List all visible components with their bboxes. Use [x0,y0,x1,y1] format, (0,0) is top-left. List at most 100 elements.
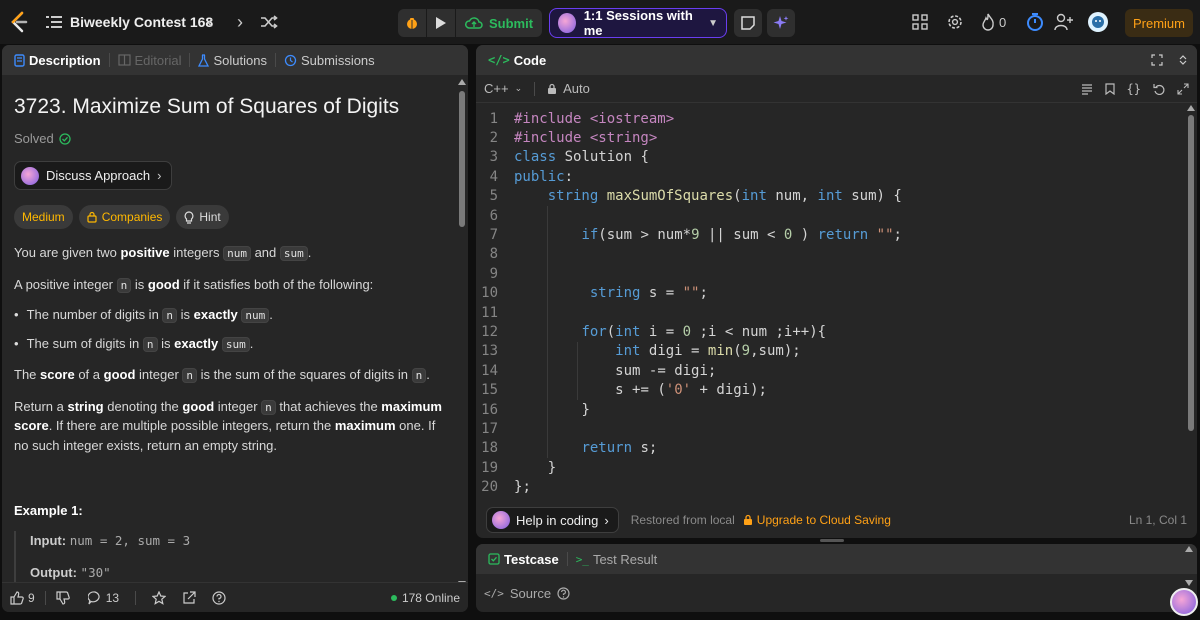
tab-editorial[interactable]: Editorial [114,53,186,68]
premium-button[interactable]: Premium [1125,9,1193,37]
scrollbar-thumb[interactable] [458,91,465,227]
maximize-icon[interactable] [1151,54,1163,66]
flame-icon[interactable] [980,13,996,31]
help-icon[interactable] [557,586,570,600]
scrollbar[interactable] [457,77,466,587]
code-line[interactable]: 11 [476,303,514,322]
code-line[interactable]: 16 } [476,400,590,419]
tab-divider [108,53,110,67]
line-number: 2 [489,130,498,147]
tab-submissions[interactable]: Submissions [280,53,379,68]
notes-button[interactable] [734,9,762,37]
line-number: 18 [481,440,498,457]
testcase-footer: </> Source [476,574,1197,612]
star-icon[interactable] [152,590,167,605]
layout-grid-icon[interactable] [912,14,928,30]
bookmark-icon[interactable] [1104,82,1115,95]
streak-count: 0 [999,15,1007,30]
code-line[interactable]: 1 #include <iostream> [476,109,675,128]
tab-test-result[interactable]: >_ Test Result [572,552,662,567]
auto-mode[interactable]: Auto [547,81,590,96]
like-button[interactable]: 9 [10,591,35,605]
help-icon[interactable] [212,590,226,605]
braces-icon[interactable]: {} [1127,82,1141,96]
sparkle-icon [773,15,789,31]
editor-toolbar: C++ ⌄ Auto {} [476,75,1197,103]
editor-scrollbar[interactable] [1186,105,1195,445]
submit-button[interactable]: Submit [456,9,542,37]
panel-resize-handle[interactable] [820,539,844,542]
expand-icon[interactable] [1177,82,1189,95]
code-text: public: [514,168,574,185]
chevron-down-icon: ⌄ [514,83,523,93]
code-line[interactable]: 5 string maxSumOfSquares(int num, int su… [476,187,902,206]
run-button[interactable] [427,9,455,37]
language-select[interactable]: C++ ⌄ [484,81,522,96]
example-title: Example 1: [14,503,83,519]
discuss-approach-button[interactable]: Discuss Approach › [14,160,173,191]
code-line[interactable]: 13 int digi = min(9,sum); [476,342,801,361]
code-line[interactable]: 7 if(sum > num*9 || sum < 0 ) return ""; [476,225,902,244]
description-content: 3723. Maximize Sum of Squares of Digits … [2,75,456,612]
code-icon: </> [488,53,510,67]
gear-icon[interactable] [946,13,964,31]
code-line[interactable]: 10 string s = ""; [476,284,708,303]
code-text: } [547,459,557,476]
code-line[interactable]: 18 return s; [476,439,657,458]
tab-divider [274,53,276,67]
chevron-right-icon[interactable]: › [232,12,248,32]
code-line[interactable]: 3 class Solution { [476,148,649,167]
scrollbar-thumb[interactable] [1187,115,1194,431]
code-line[interactable]: 4 public: [476,167,573,186]
shuffle-icon[interactable] [260,14,278,30]
companies-tag[interactable]: Companies [78,205,171,230]
format-icon[interactable] [1081,83,1093,95]
help-in-coding-button[interactable]: Help in coding › [486,507,619,533]
leetcode-logo-icon[interactable] [8,11,30,33]
code-line[interactable]: 14 sum -= digi; [476,361,716,380]
reset-icon[interactable] [1153,83,1165,95]
add-friend-icon[interactable] [1054,13,1074,31]
code-line[interactable]: 15 s += ('0' + digi); [476,381,767,400]
chevron-left-icon[interactable]: ‹ [202,12,218,32]
contest-title[interactable]: Biweekly Contest 168 [70,14,213,30]
code-line[interactable]: 19 } [476,458,556,477]
user-avatar[interactable] [1088,12,1108,32]
sessions-button[interactable]: 1:1 Sessions with me ▼ [549,8,727,38]
page-title: 3723. Maximize Sum of Squares of Digits [14,95,400,118]
tab-testcase[interactable]: Testcase [484,552,563,567]
line-number: 8 [489,246,498,263]
description-paragraph: A positive integer n is good if it satis… [14,276,374,293]
ai-assist-button[interactable] [767,9,795,37]
description-paragraph: The score of a good integer n is the sum… [14,367,430,384]
share-icon[interactable] [182,590,196,605]
code-line[interactable]: 2 #include <string> [476,128,658,147]
tab-solutions[interactable]: Solutions [194,53,270,68]
book-icon [117,54,131,66]
code-line[interactable]: 12 for(int i = 0 ;i < num ;i++){ [476,322,826,341]
chevron-right-icon: › [604,512,609,528]
code-line[interactable]: 8 [476,245,514,264]
code-line[interactable]: 9 [476,264,514,283]
problem-list-icon[interactable] [46,15,62,29]
assistant-avatar-button[interactable] [1170,588,1198,616]
difficulty-badge: Medium [14,205,73,230]
debug-button[interactable] [398,9,426,37]
tab-description[interactable]: Description [10,53,105,68]
collapse-icon[interactable] [1177,54,1189,66]
code-line[interactable]: 17 [476,419,514,438]
code-editor[interactable]: 1 #include <iostream> 2 #include <string> 3 c… [476,109,1181,501]
code-text: string maxSumOfSquares(int num, int sum)… [547,188,902,205]
code-line[interactable]: 20}; [476,478,531,497]
panel-scrollbar[interactable] [1185,546,1193,586]
timer-icon[interactable] [1026,12,1044,32]
thumbs-down-icon[interactable] [56,590,70,605]
tab-code[interactable]: </> Code [484,53,550,68]
upgrade-link[interactable]: Upgrade to Cloud Saving [743,513,891,527]
hint-tag[interactable]: Hint [176,205,229,230]
thumbs-up-icon [10,590,24,605]
code-line[interactable]: 6 [476,206,514,225]
source-label[interactable]: Source [510,586,551,601]
comments-button[interactable]: 13 [87,591,119,605]
code-text: #include <iostream> [514,110,675,127]
